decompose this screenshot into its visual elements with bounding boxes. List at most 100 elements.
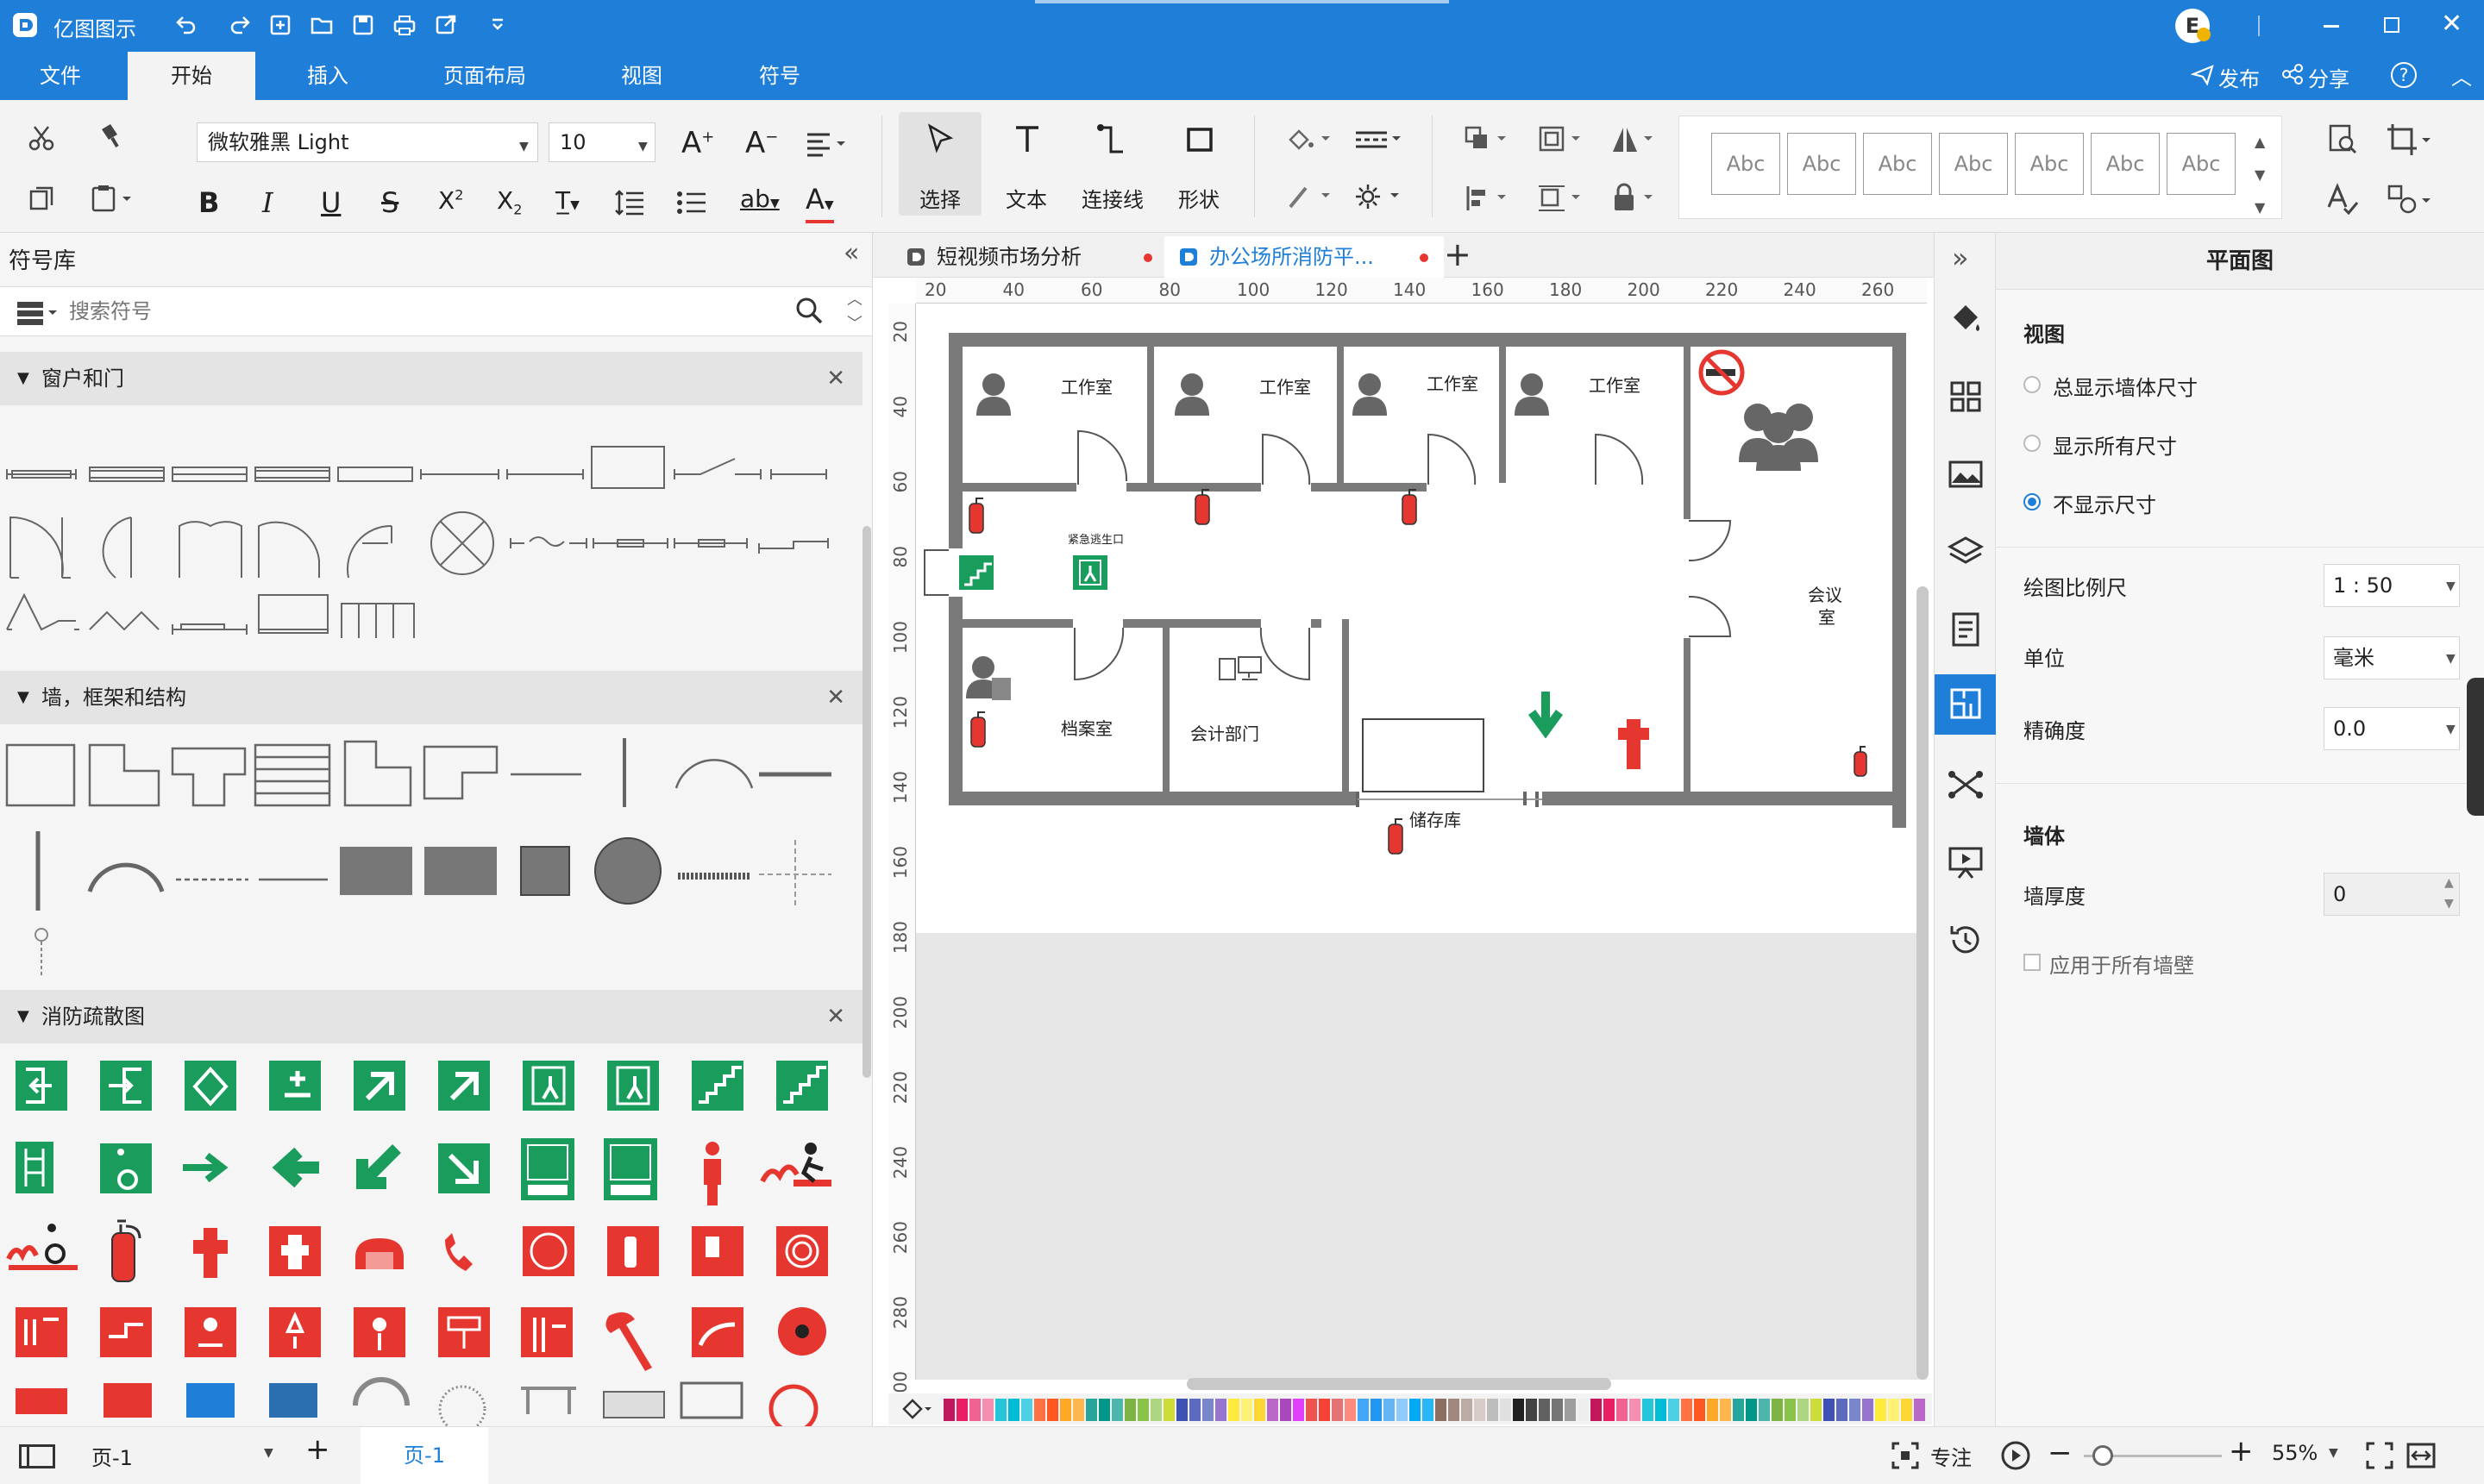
collapse-ribbon-icon[interactable]: ︿ (2451, 60, 2472, 91)
section-walls-structure[interactable]: ▼ 墙，框架和结构 ✕ (0, 671, 862, 724)
bring-front-icon[interactable] (1463, 124, 1515, 155)
color-swatch[interactable] (1642, 1399, 1653, 1421)
section-fire-evacuation[interactable]: ▼ 消防疏散图 ✕ (0, 990, 862, 1043)
color-swatch[interactable] (1797, 1399, 1809, 1421)
color-swatch[interactable] (1164, 1399, 1175, 1421)
find-replace-icon[interactable] (2325, 122, 2360, 157)
line-style-icon[interactable] (1354, 126, 1406, 153)
color-swatch[interactable] (1487, 1399, 1498, 1421)
stepper-icon[interactable]: ▲ ▼ (2444, 873, 2454, 914)
color-swatch[interactable] (1099, 1399, 1110, 1421)
scale-select[interactable]: 1 : 50 (2324, 564, 2460, 607)
color-swatch[interactable] (1125, 1399, 1136, 1421)
color-swatch[interactable] (1189, 1399, 1201, 1421)
text-highlight-icon[interactable]: ab▼ (740, 185, 780, 213)
fit-width-icon[interactable] (2406, 1441, 2436, 1470)
color-swatch[interactable] (1383, 1399, 1395, 1421)
menu-home[interactable]: 开始 (128, 52, 255, 100)
color-swatch[interactable] (1746, 1399, 1757, 1421)
close-icon[interactable]: ✕ (826, 671, 845, 724)
color-swatches[interactable] (944, 1399, 1927, 1421)
canvas-vertical-scrollbar[interactable] (1916, 586, 1929, 1380)
color-swatch[interactable] (1293, 1399, 1304, 1421)
menu-insert[interactable]: 插入 (285, 52, 371, 100)
color-swatch[interactable] (1901, 1399, 1912, 1421)
color-swatch[interactable] (1603, 1399, 1615, 1421)
text-style-icon[interactable]: T̲▼ (555, 186, 580, 215)
color-swatch[interactable] (1254, 1399, 1265, 1421)
precision-select[interactable]: 0.0 (2324, 707, 2460, 750)
color-swatch[interactable] (1073, 1399, 1084, 1421)
color-swatch[interactable] (1215, 1399, 1226, 1421)
canvas-area[interactable]: 工作室 工作室 工作室 工作室 会议室 档案室 会计部门 储存库 紧急逃生口 (916, 304, 1927, 1380)
tab-office-fire-plan[interactable]: 办公场所消防平... (1164, 236, 1444, 278)
color-swatch[interactable] (969, 1399, 981, 1421)
page-view-icon[interactable] (19, 1444, 55, 1468)
close-icon[interactable]: ✕ (826, 352, 845, 405)
style-swatch[interactable]: Abc (1863, 133, 1932, 195)
close-icon[interactable]: ✕ (826, 990, 845, 1043)
focus-button[interactable]: 专注 (1930, 1441, 1972, 1471)
redo-icon[interactable] (228, 12, 254, 38)
page-properties-icon[interactable] (1945, 609, 1986, 650)
color-swatch[interactable] (1694, 1399, 1705, 1421)
color-swatch[interactable] (1396, 1399, 1408, 1421)
align-icon[interactable] (806, 131, 849, 157)
color-swatch[interactable] (1513, 1399, 1524, 1421)
fill-color-icon[interactable] (1285, 126, 1333, 153)
grid-layout-icon[interactable] (1945, 376, 1986, 417)
color-swatch[interactable] (1086, 1399, 1097, 1421)
color-swatch[interactable] (1034, 1399, 1045, 1421)
image-icon[interactable] (1945, 454, 1986, 495)
color-swatch[interactable] (1306, 1399, 1317, 1421)
font-color-icon[interactable]: A▼ (806, 185, 834, 223)
crop-icon[interactable] (2386, 122, 2434, 157)
color-swatch[interactable] (982, 1399, 994, 1421)
color-swatch[interactable] (1319, 1399, 1330, 1421)
radio-show-wall-dims[interactable] (2023, 376, 2041, 393)
line-spacing-icon[interactable] (614, 190, 656, 216)
replace-shape-icon[interactable] (2386, 183, 2434, 217)
bullet-list-icon[interactable] (676, 190, 718, 216)
library-menu-icon[interactable] (16, 300, 60, 326)
color-swatch[interactable] (1267, 1399, 1278, 1421)
save-icon[interactable] (350, 12, 376, 38)
color-swatch[interactable] (995, 1399, 1007, 1421)
search-icon[interactable] (794, 295, 825, 326)
menu-symbol[interactable]: 符号 (737, 52, 823, 100)
fill-style-icon[interactable] (1945, 298, 1986, 340)
page-tab[interactable]: 页-1 (361, 1427, 488, 1484)
undo-icon[interactable] (172, 12, 198, 38)
publish-button[interactable]: 发布 (2218, 62, 2260, 92)
menu-page-layout[interactable]: 页面布局 (423, 52, 547, 100)
add-tab-button[interactable]: + (1444, 233, 1471, 276)
style-swatch[interactable]: Abc (2015, 133, 2084, 195)
color-swatch[interactable] (1616, 1399, 1628, 1421)
color-swatch[interactable] (1448, 1399, 1459, 1421)
color-swatch[interactable] (1655, 1399, 1666, 1421)
floor-plan-panel-tab[interactable] (1935, 674, 1997, 735)
publish-icon[interactable] (2191, 62, 2215, 86)
color-swatch[interactable] (957, 1399, 968, 1421)
color-swatch[interactable] (1228, 1399, 1239, 1421)
radio-show-all-dims[interactable] (2023, 435, 2041, 452)
history-icon[interactable] (1945, 919, 1986, 961)
gallery-scroll-icon[interactable]: ▲ ▼ ▼ (2255, 126, 2265, 224)
share-button[interactable]: 分享 (2308, 62, 2349, 92)
print-icon[interactable] (392, 12, 417, 38)
canvas-horizontal-scrollbar[interactable] (1187, 1378, 1611, 1390)
export-icon[interactable] (433, 12, 459, 38)
bold-icon[interactable]: B (198, 186, 219, 219)
color-swatch[interactable] (1772, 1399, 1783, 1421)
style-swatch[interactable]: Abc (1939, 133, 2008, 195)
color-swatch[interactable] (1021, 1399, 1032, 1421)
shape-tool-button[interactable]: 形状 (1157, 112, 1240, 216)
color-swatch[interactable] (1875, 1399, 1886, 1421)
line-color-icon[interactable] (1285, 183, 1333, 210)
increase-font-icon[interactable]: A+ (681, 126, 714, 160)
effects-icon[interactable] (1354, 183, 1406, 210)
lock-icon[interactable] (1609, 183, 1661, 214)
align-objects-icon[interactable] (1463, 183, 1515, 214)
color-swatch[interactable] (1047, 1399, 1058, 1421)
text-tool-button[interactable]: 文本 (985, 112, 1068, 216)
